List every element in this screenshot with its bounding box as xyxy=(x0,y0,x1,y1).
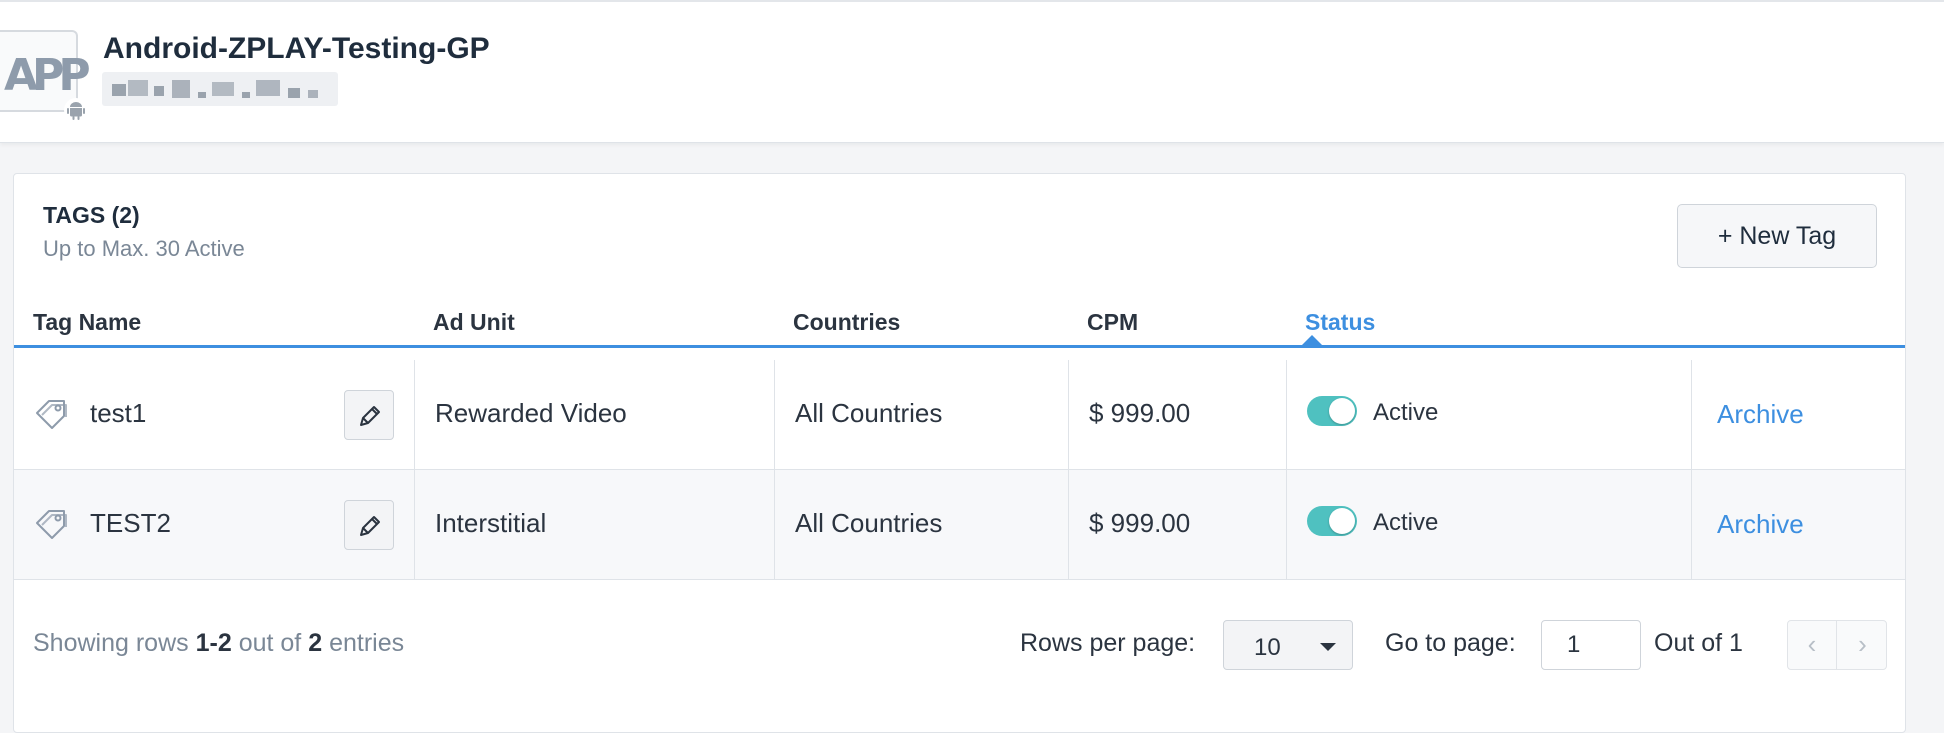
tag-icon xyxy=(36,400,67,429)
countries: All Countries xyxy=(795,398,943,428)
showing-prefix: Showing rows xyxy=(33,629,189,657)
prev-page-button[interactable]: ‹ xyxy=(1788,621,1837,669)
cpm-cell: $ 999.00 xyxy=(1069,470,1287,580)
tag-icon xyxy=(36,510,67,539)
column-header-countries[interactable]: Countries xyxy=(793,309,900,336)
action-cell: Archive xyxy=(1692,360,1905,470)
ad-unit-cell: Interstitial xyxy=(415,470,775,580)
archive-link[interactable]: Archive xyxy=(1717,399,1804,430)
logo-text-2: P xyxy=(58,50,90,101)
status-cell: Active xyxy=(1287,470,1692,580)
tag-name-cell: TEST2 xyxy=(14,470,415,580)
pagination-buttons: ‹ › xyxy=(1787,620,1887,670)
edit-tag-button[interactable] xyxy=(344,500,394,550)
status-toggle[interactable] xyxy=(1307,396,1357,426)
status-label: Active xyxy=(1373,509,1439,536)
showing-total: 2 xyxy=(308,629,323,657)
tags-subtitle: Up to Max. 30 Active xyxy=(43,236,245,261)
rows-per-page-select[interactable]: 10 xyxy=(1223,620,1353,670)
countries: All Countries xyxy=(795,508,943,538)
ad-unit-cell: Rewarded Video xyxy=(415,360,775,470)
new-tag-button[interactable]: + New Tag xyxy=(1677,204,1877,268)
ad-unit: Rewarded Video xyxy=(435,398,627,428)
status-toggle[interactable] xyxy=(1307,506,1357,536)
cpm: $ 999.00 xyxy=(1089,398,1191,428)
go-to-page-label: Go to page: xyxy=(1385,629,1516,657)
archive-link[interactable]: Archive xyxy=(1717,509,1804,540)
showing-range: 1-2 xyxy=(195,629,232,657)
app-title: Android-ZPLAY-Testing-GP xyxy=(103,32,490,65)
column-header-ad-unit[interactable]: Ad Unit xyxy=(433,309,515,336)
column-header-cpm[interactable]: CPM xyxy=(1087,309,1138,336)
action-cell: Archive xyxy=(1692,470,1905,580)
rows-per-page-label: Rows per page: xyxy=(1020,629,1196,657)
cpm-cell: $ 999.00 xyxy=(1069,360,1287,470)
showing-rows-text: Showing rows 1-2 out of 2 entries xyxy=(33,629,404,658)
showing-suffix: entries xyxy=(329,629,405,657)
go-to-page-input[interactable] xyxy=(1541,620,1641,670)
table-row: test1 Rewarded Video All Countries $ 999… xyxy=(14,360,1905,470)
status-cell: Active xyxy=(1287,360,1692,470)
android-icon xyxy=(64,98,88,122)
pencil-icon xyxy=(360,516,380,536)
showing-mid: out of xyxy=(238,629,302,657)
app-id-redacted xyxy=(102,72,338,106)
logo-text: AP xyxy=(4,50,64,101)
tag-name-cell: test1 xyxy=(14,360,415,470)
total-pages-label: Out of 1 xyxy=(1654,629,1743,657)
column-header-status[interactable]: Status xyxy=(1305,309,1375,336)
tag-name: test1 xyxy=(90,398,147,428)
next-page-button[interactable]: › xyxy=(1838,621,1887,669)
tags-card: TAGS (2) Up to Max. 30 Active + New Tag … xyxy=(13,173,1906,733)
cpm: $ 999.00 xyxy=(1089,508,1191,538)
pencil-icon xyxy=(360,406,380,426)
tag-name: TEST2 xyxy=(90,508,171,538)
countries-cell: All Countries xyxy=(775,470,1069,580)
table-row: TEST2 Interstitial All Countries $ 999.0… xyxy=(14,470,1905,580)
tags-title: TAGS (2) xyxy=(43,202,140,228)
edit-tag-button[interactable] xyxy=(344,390,394,440)
app-header: APP Android-ZPLAY-Testing-GP xyxy=(0,0,1944,143)
countries-cell: All Countries xyxy=(775,360,1069,470)
ad-unit: Interstitial xyxy=(435,508,547,538)
chevron-down-icon xyxy=(1320,643,1336,651)
rows-per-page-value: 10 xyxy=(1254,634,1281,661)
table-header: Tag Name Ad Unit Countries CPM Status xyxy=(14,302,1905,348)
sort-indicator-icon xyxy=(1301,335,1323,346)
column-header-tag-name[interactable]: Tag Name xyxy=(33,309,141,336)
status-label: Active xyxy=(1373,399,1439,426)
